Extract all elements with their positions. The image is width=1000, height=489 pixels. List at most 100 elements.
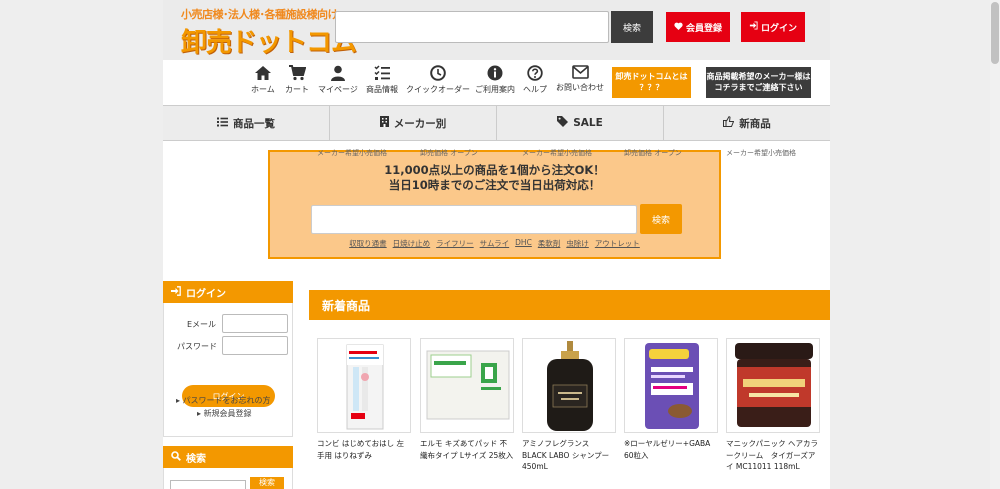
product-name[interactable]: アミノフレグランス BLACK LABO シャンプー 450mL bbox=[522, 438, 616, 473]
product-card[interactable]: コンビ はじめておはし 左手用 はりねずみ bbox=[317, 338, 411, 461]
email-field[interactable] bbox=[222, 314, 288, 333]
password-label: パスワード bbox=[177, 342, 217, 351]
nav-quick-order[interactable]: クイックオーダー bbox=[406, 65, 470, 95]
sidebar-search-title: 検索 bbox=[186, 453, 206, 465]
new-products-header: 新着商品 bbox=[309, 290, 830, 320]
about-promo-button[interactable]: 卸売ドットコムとは ？？？ bbox=[612, 67, 691, 98]
nav-help[interactable]: ヘルプ bbox=[523, 65, 547, 95]
register-button[interactable]: 会員登録 bbox=[666, 12, 730, 42]
hero-search-panel: 11,000点以上の商品を1個から注文OK！ 当日10時までのご注文で当日出荷対… bbox=[268, 150, 721, 259]
nav-contact[interactable]: お問い合わせ bbox=[556, 65, 604, 93]
hero-search-button[interactable]: 検索 bbox=[640, 204, 682, 234]
product-price-label: 卸売価格 オープン bbox=[624, 149, 682, 157]
sidebar-login-box: Eメール パスワード ログイン ▸ パスワードをお忘れの方 ▸ 新規会員登録 bbox=[163, 303, 293, 437]
new-member-text: 新規会員登録 bbox=[203, 409, 252, 418]
envelope-icon bbox=[556, 65, 604, 79]
list-icon bbox=[217, 117, 228, 130]
product-price-label: メーカー希望小売価格 bbox=[522, 149, 592, 157]
product-image[interactable] bbox=[317, 338, 411, 433]
heart-icon bbox=[674, 22, 683, 33]
help-icon bbox=[523, 65, 547, 81]
maker-promo-line2: コチラまでご連絡下さい bbox=[714, 82, 803, 92]
category-label: SALE bbox=[573, 117, 603, 129]
login-label: ログイン bbox=[760, 23, 797, 34]
header-search-input[interactable] bbox=[335, 11, 609, 43]
thumbs-up-icon bbox=[723, 116, 735, 130]
search-icon bbox=[171, 450, 181, 464]
email-label: Eメール bbox=[187, 320, 217, 329]
header-login-button[interactable]: ログイン bbox=[741, 12, 805, 42]
product-name[interactable]: マニックパニック ヘアカラークリーム タイガーズアイ MC11011 118mL bbox=[726, 438, 820, 473]
product-card[interactable]: マニックパニック ヘアカラークリーム タイガーズアイ MC11011 118mL bbox=[726, 338, 820, 473]
keyword-link[interactable]: 虫除け bbox=[566, 238, 589, 249]
category-products[interactable]: 商品一覧 bbox=[163, 106, 330, 140]
building-icon bbox=[379, 116, 389, 130]
category-label: メーカー別 bbox=[393, 117, 447, 130]
new-member-link[interactable]: ▸ 新規会員登録 bbox=[197, 408, 252, 419]
nav-label: 商品情報 bbox=[366, 85, 398, 94]
site-logo[interactable]: 小売店様･法人様･各種施設様向け 卸売ドットコム bbox=[181, 6, 357, 58]
nav-product-info[interactable]: 商品情報 bbox=[366, 65, 398, 95]
nav-label: お問い合わせ bbox=[556, 83, 604, 92]
category-sale[interactable]: SALE bbox=[497, 106, 664, 140]
sidebar-search-input[interactable] bbox=[170, 480, 246, 489]
keyword-link[interactable]: サムライ bbox=[480, 238, 509, 249]
hero-headline-2: 当日10時までのご注文で当日出荷対応！ bbox=[388, 178, 601, 192]
logo-tagline: 小売店様･法人様･各種施設様向け bbox=[181, 8, 339, 21]
nav-guide[interactable]: ご利用案内 bbox=[475, 65, 515, 95]
scrollbar-thumb[interactable] bbox=[991, 2, 999, 64]
info-icon bbox=[475, 65, 515, 81]
keyword-link[interactable]: 柔軟剤 bbox=[538, 238, 561, 249]
icon-navigation: ホーム カート マイページ 商品情報 クイックオーダー ご利用案内 ヘルプ お問… bbox=[163, 62, 830, 102]
password-field[interactable] bbox=[222, 336, 288, 355]
product-image[interactable] bbox=[420, 338, 514, 433]
sidebar-search-button[interactable]: 検索 bbox=[250, 477, 284, 489]
keyword-link[interactable]: 収取り通書 bbox=[349, 238, 387, 249]
product-image[interactable] bbox=[624, 338, 718, 433]
header-search-button[interactable]: 検索 bbox=[611, 11, 653, 43]
nav-label: ご利用案内 bbox=[475, 85, 515, 94]
category-makers[interactable]: メーカー別 bbox=[330, 106, 497, 140]
keyword-link[interactable]: ライフリー bbox=[436, 238, 474, 249]
category-bar: 商品一覧 メーカー別 SALE 新商品 bbox=[163, 105, 830, 141]
nav-label: マイページ bbox=[318, 85, 358, 94]
nav-label: カート bbox=[285, 85, 309, 94]
nav-cart[interactable]: カート bbox=[285, 65, 309, 95]
user-icon bbox=[318, 65, 358, 81]
logo-wordmark: 卸売ドットコム bbox=[181, 28, 357, 58]
about-promo-line1: 卸売ドットコムとは bbox=[615, 72, 688, 82]
cart-icon bbox=[285, 65, 309, 81]
nav-home[interactable]: ホーム bbox=[251, 65, 275, 95]
clock-icon bbox=[406, 65, 470, 81]
keyword-link[interactable]: アウトレット bbox=[595, 238, 640, 249]
nav-label: クイックオーダー bbox=[406, 85, 470, 94]
nav-mypage[interactable]: マイページ bbox=[318, 65, 358, 95]
category-new[interactable]: 新商品 bbox=[664, 106, 830, 140]
maker-promo-line1: 商品掲載希望のメーカー様は bbox=[706, 72, 811, 82]
product-image[interactable] bbox=[726, 338, 820, 433]
product-name[interactable]: エルモ キズあてパッド 不織布タイプ Lサイズ 25枚入 bbox=[420, 438, 514, 461]
register-label: 会員登録 bbox=[685, 23, 722, 34]
product-image[interactable] bbox=[522, 338, 616, 433]
product-name[interactable]: コンビ はじめておはし 左手用 はりねずみ bbox=[317, 438, 411, 461]
product-name[interactable]: ※ローヤルゼリー+GABA 60粒入 bbox=[624, 438, 718, 461]
home-icon bbox=[251, 65, 275, 81]
product-card[interactable]: エルモ キズあてパッド 不織布タイプ Lサイズ 25枚入 bbox=[420, 338, 514, 461]
list-check-icon bbox=[366, 65, 398, 81]
vertical-scrollbar[interactable] bbox=[990, 0, 1000, 489]
product-card[interactable]: ※ローヤルゼリー+GABA 60粒入 bbox=[624, 338, 718, 461]
hero-headline-1: 11,000点以上の商品を1個から注文OK！ bbox=[384, 163, 605, 177]
maker-promo-button[interactable]: 商品掲載希望のメーカー様は コチラまでご連絡下さい bbox=[706, 67, 811, 98]
nav-label: ホーム bbox=[251, 85, 275, 94]
product-price-label: メーカー希望小売価格 bbox=[726, 149, 796, 157]
sidebar-login-header: ログイン bbox=[163, 281, 293, 303]
tag-icon bbox=[557, 116, 569, 130]
keyword-link[interactable]: 日焼け止め bbox=[393, 238, 431, 249]
keyword-link[interactable]: DHC bbox=[515, 238, 532, 249]
nav-label: ヘルプ bbox=[523, 85, 547, 94]
category-label: 商品一覧 bbox=[233, 117, 275, 130]
hero-search-input[interactable] bbox=[311, 205, 637, 234]
product-card[interactable]: アミノフレグランス BLACK LABO シャンプー 450mL bbox=[522, 338, 616, 473]
forgot-password-link[interactable]: ▸ パスワードをお忘れの方 bbox=[176, 395, 271, 406]
sidebar-search-box: 検索 bbox=[163, 468, 293, 489]
